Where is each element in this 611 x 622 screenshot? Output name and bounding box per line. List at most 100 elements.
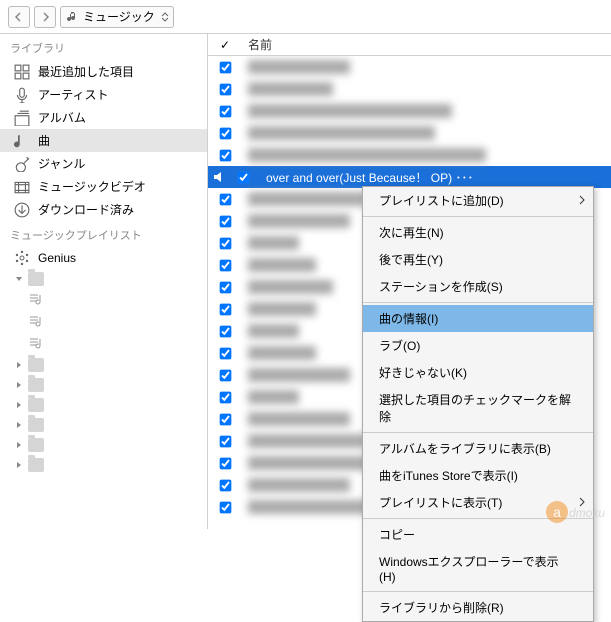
- sidebar-item-label: 最近追加した項目: [38, 63, 134, 80]
- sidebar-item-mic[interactable]: アーティスト: [0, 83, 207, 106]
- sidebar-folder-expanded[interactable]: [0, 269, 207, 289]
- sidebar-folder[interactable]: [0, 415, 207, 435]
- genius-icon: [14, 250, 30, 266]
- menu-item[interactable]: 曲をiTunes Storeで表示(I): [363, 462, 593, 489]
- folder-icon: [28, 458, 44, 472]
- sidebar-playlist[interactable]: [0, 333, 207, 355]
- sidebar-item-album[interactable]: アルバム: [0, 106, 207, 129]
- menu-item[interactable]: 後で再生(Y): [363, 246, 593, 273]
- folder-icon: [28, 438, 44, 452]
- sidebar-folder[interactable]: [0, 355, 207, 375]
- disclosure-right-icon: [14, 460, 24, 470]
- sidebar-folder[interactable]: [0, 455, 207, 475]
- row-checkbox[interactable]: [219, 325, 231, 337]
- dropdown-label: ミュージック: [83, 8, 155, 25]
- row-checkbox[interactable]: [219, 457, 231, 469]
- column-check[interactable]: ✓: [208, 38, 242, 52]
- menu-item[interactable]: ラブ(O): [363, 332, 593, 359]
- menu-item[interactable]: プレイリストに追加(D): [363, 187, 593, 214]
- menu-separator: [363, 591, 593, 592]
- sidebar-item-label: アーティスト: [38, 86, 109, 103]
- note-icon: [14, 133, 30, 149]
- row-checkbox[interactable]: [219, 237, 231, 249]
- sidebar-item-label: ミュージックビデオ: [38, 178, 146, 195]
- sidebar-item-download[interactable]: ダウンロード済み: [0, 198, 207, 221]
- table-row[interactable]: ██████████: [208, 78, 611, 100]
- row-checkbox[interactable]: [219, 83, 231, 95]
- row-checkbox[interactable]: [219, 61, 231, 73]
- sidebar-item-guitar[interactable]: ジャンル: [0, 152, 207, 175]
- music-note-icon: [67, 11, 79, 23]
- submenu-arrow-icon: [579, 194, 585, 208]
- row-checkbox[interactable]: [219, 127, 231, 139]
- row-checkbox[interactable]: [219, 105, 231, 117]
- row-checkbox[interactable]: [219, 193, 231, 205]
- row-checkbox[interactable]: [219, 281, 231, 293]
- chevron-left-icon: [14, 12, 24, 22]
- guitar-icon: [14, 156, 30, 172]
- folder-icon: [28, 358, 44, 372]
- playlist-icon: [28, 292, 44, 308]
- menu-item[interactable]: ライブラリから削除(R): [363, 594, 593, 621]
- table-row[interactable]: ██████████████████████: [208, 122, 611, 144]
- nav-forward-button[interactable]: [34, 6, 56, 28]
- library-dropdown[interactable]: ミュージック: [60, 6, 174, 28]
- table-row[interactable]: over and over(Just Because！ OP) ･･･: [208, 166, 611, 188]
- disclosure-right-icon: [14, 360, 24, 370]
- menu-separator: [363, 302, 593, 303]
- mic-icon: [14, 87, 30, 103]
- row-checkbox[interactable]: [219, 369, 231, 381]
- sidebar-playlist[interactable]: [0, 311, 207, 333]
- menu-item[interactable]: 次に再生(N): [363, 219, 593, 246]
- row-checkbox[interactable]: [219, 149, 231, 161]
- playlist-icon: [28, 336, 44, 352]
- disclosure-right-icon: [14, 440, 24, 450]
- row-title: ██████████: [242, 82, 611, 96]
- grid-icon: [14, 64, 30, 80]
- folder-icon: [28, 378, 44, 392]
- sidebar-folder[interactable]: [0, 375, 207, 395]
- sidebar-folder[interactable]: [0, 435, 207, 455]
- menu-item[interactable]: アルバムをライブラリに表示(B): [363, 435, 593, 462]
- menu-separator: [363, 216, 593, 217]
- row-title: over and over(Just Because！ OP) ･･･: [260, 169, 611, 186]
- sidebar-item-grid[interactable]: 最近追加した項目: [0, 60, 207, 83]
- sidebar-item-label: ジャンル: [38, 155, 85, 172]
- sidebar-playlist[interactable]: [0, 289, 207, 311]
- folder-icon: [28, 398, 44, 412]
- menu-item[interactable]: コピー: [363, 521, 593, 548]
- speaker-icon: [212, 170, 226, 184]
- sidebar-item-genius[interactable]: Genius: [0, 247, 207, 269]
- disclosure-right-icon: [14, 420, 24, 430]
- context-menu: プレイリストに追加(D) 次に再生(N)後で再生(Y)ステーションを作成(S) 曲の…: [362, 186, 594, 622]
- disclosure-right-icon: [14, 380, 24, 390]
- row-checkbox[interactable]: [219, 391, 231, 403]
- menu-item[interactable]: ステーションを作成(S): [363, 273, 593, 300]
- row-checkbox[interactable]: [219, 501, 231, 513]
- sidebar-item-label: Genius: [38, 251, 76, 265]
- row-checkbox[interactable]: [219, 479, 231, 491]
- sidebar-folder[interactable]: [0, 395, 207, 415]
- row-checkbox[interactable]: [237, 171, 249, 183]
- menu-item[interactable]: 選択した項目のチェックマークを解除: [363, 386, 593, 430]
- table-row[interactable]: ████████████████████████: [208, 100, 611, 122]
- menu-item[interactable]: Windowsエクスプローラーで表示(H): [363, 548, 593, 589]
- sidebar-item-video[interactable]: ミュージックビデオ: [0, 175, 207, 198]
- menu-item[interactable]: 好きじゃない(K): [363, 359, 593, 386]
- table-row[interactable]: ████████████: [208, 56, 611, 78]
- row-title: ████████████████████████: [242, 104, 611, 118]
- sidebar-item-note[interactable]: 曲: [0, 129, 207, 152]
- table-row[interactable]: ████████████████████████████: [208, 144, 611, 166]
- menu-item[interactable]: 曲の情報(I): [363, 305, 593, 332]
- list-header: ✓ 名前: [208, 34, 611, 56]
- folder-icon: [28, 418, 44, 432]
- column-name[interactable]: 名前: [242, 36, 611, 53]
- row-checkbox[interactable]: [219, 303, 231, 315]
- nav-back-button[interactable]: [8, 6, 30, 28]
- row-checkbox[interactable]: [219, 413, 231, 425]
- watermark-at-icon: a: [546, 501, 568, 523]
- row-checkbox[interactable]: [219, 435, 231, 447]
- row-checkbox[interactable]: [219, 347, 231, 359]
- row-checkbox[interactable]: [219, 215, 231, 227]
- row-checkbox[interactable]: [219, 259, 231, 271]
